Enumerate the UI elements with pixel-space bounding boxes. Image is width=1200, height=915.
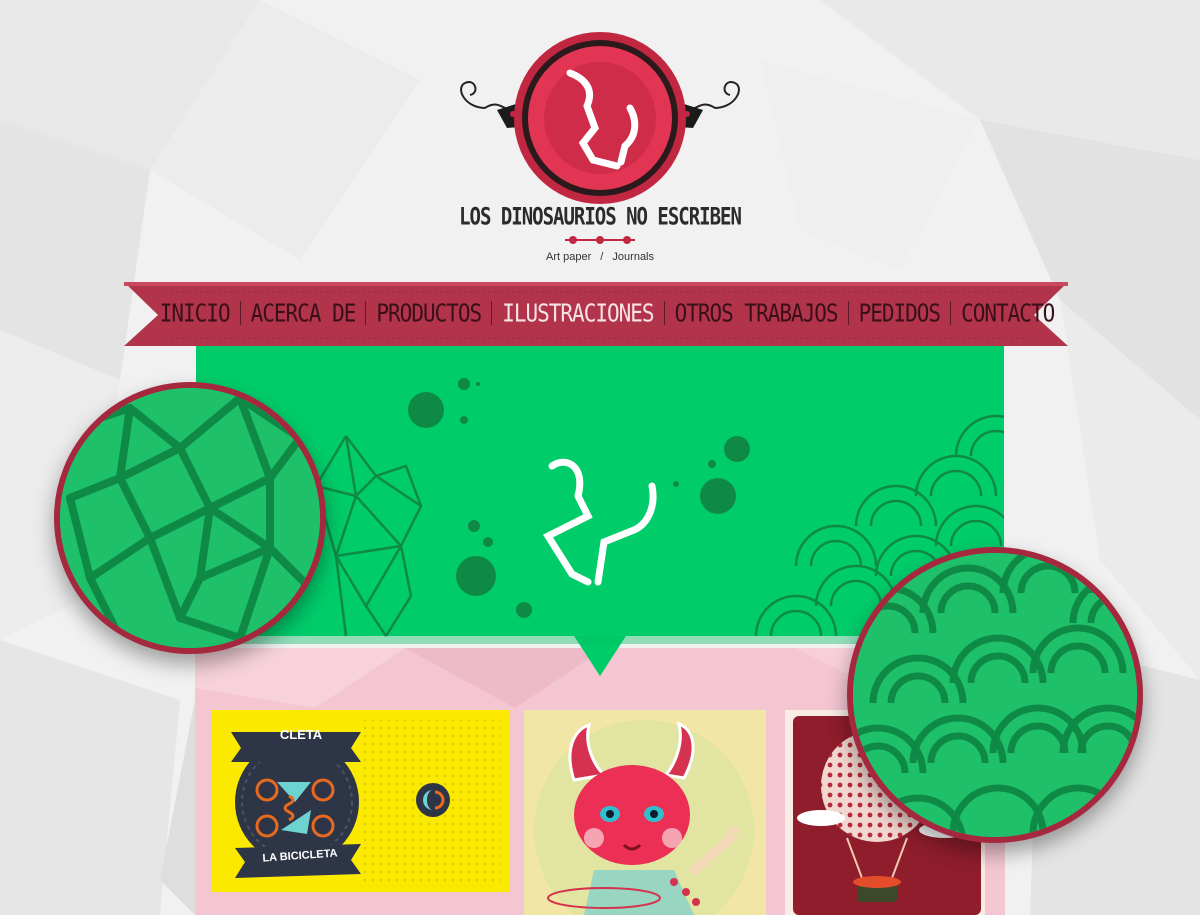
tagline-separator: / [600, 251, 604, 263]
main-navigation: INICIO ACERCA DE PRODUCTOS ILUSTRACIONES… [124, 278, 1068, 348]
scales-pattern-detail [853, 553, 1137, 837]
brand-tagline: Art paper / Journals [445, 251, 755, 263]
brand-dots-divider [565, 236, 635, 244]
polygon-mesh-detail [60, 388, 320, 648]
nav-inicio[interactable]: INICIO [150, 299, 240, 328]
brand-name: LOS DINOSAURIOS NO ESCRIBEN [459, 203, 742, 231]
nav-productos[interactable]: PRODUCTOS [366, 299, 491, 328]
nav-pedidos[interactable]: PEDIDOS [849, 299, 951, 328]
illustration-card-red-creature[interactable] [524, 710, 766, 915]
nav-contacto[interactable]: CONTACTO [951, 299, 1064, 328]
logo-emblem [460, 32, 740, 204]
nav-otros-trabajos[interactable]: OTROS TRABAJOS [665, 299, 848, 328]
tagline-journals: Journals [612, 251, 654, 263]
brand-logo[interactable]: LOS DINOSAURIOS NO ESCRIBEN Art paper / … [445, 28, 755, 273]
nav-acerca-de[interactable]: ACERCA DE [241, 299, 366, 328]
illustration-card-bicicleta[interactable]: CLETA LA BICICLETA [211, 710, 509, 892]
card-label-cleta: CLETA [279, 727, 323, 742]
red-creature-artwork [524, 710, 766, 915]
nav-ilustraciones[interactable]: ILUSTRACIONES [492, 299, 663, 328]
zoom-detail-scales-pattern [847, 547, 1143, 843]
zoom-detail-polygon-mesh [54, 382, 326, 654]
tagline-art-paper: Art paper [545, 251, 592, 263]
